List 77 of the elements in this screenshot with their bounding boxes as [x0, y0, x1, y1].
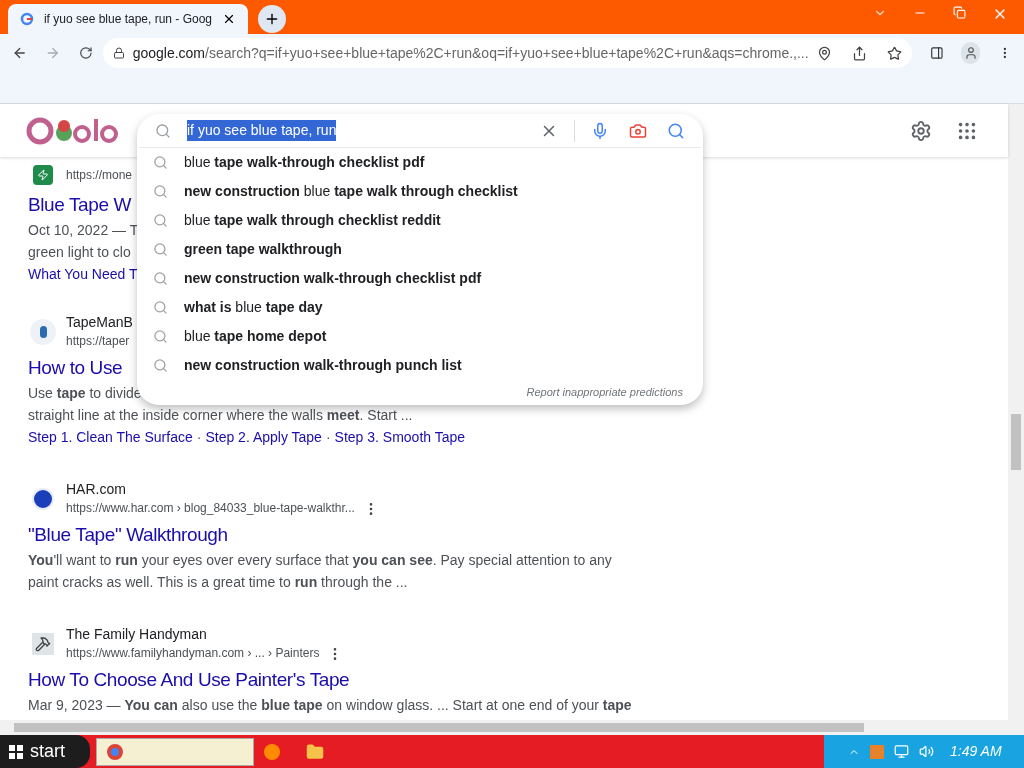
share-icon[interactable] — [851, 45, 867, 61]
suggestion-item[interactable]: blue tape home depot — [137, 322, 703, 351]
result-title[interactable]: "Blue Tape" Walkthrough — [28, 521, 228, 549]
site-name: HAR.com — [66, 480, 127, 499]
search-icon — [153, 329, 168, 344]
lock-icon[interactable] — [112, 47, 125, 59]
result-title[interactable]: How To Choose And Use Painter's Tape — [28, 666, 350, 694]
close-icon[interactable] — [222, 12, 236, 26]
search-icon — [155, 122, 171, 139]
search-field[interactable]: if yuo see blue tape, run — [139, 114, 701, 148]
location-icon[interactable] — [816, 45, 832, 61]
volume-icon[interactable] — [919, 744, 934, 759]
suggestion-item[interactable]: new construction walk-through checklist pdf — [137, 264, 703, 293]
sitelink[interactable]: Step 1. Clean The Surface — [28, 426, 193, 448]
favicon-icon — [20, 12, 34, 26]
result-snippet: Oct 10, 2022 — T — [28, 221, 139, 240]
result-snippet: green light to clo — [28, 243, 131, 262]
search-icon — [153, 242, 168, 257]
suggestion-item[interactable]: blue tape walk through checklist reddit — [137, 206, 703, 235]
search-icon — [153, 213, 168, 228]
sitelink[interactable]: What You Need T — [28, 263, 138, 285]
tape-icon — [30, 319, 56, 345]
result-snippet: paint cracks as well. This is a great time to run through the ... — [28, 573, 408, 592]
result-snippet: You'll want to run your eyes over every surface that you can see. Pay special attention to any — [28, 551, 612, 570]
search-icon — [153, 271, 168, 286]
search-icon — [153, 155, 168, 170]
result-snippet: Use tape to divide — [28, 384, 142, 403]
camera-icon[interactable] — [629, 121, 647, 140]
side-panel-icon[interactable] — [929, 45, 944, 61]
separator-dot: · — [324, 428, 332, 447]
horizontal-scrollbar[interactable] — [0, 720, 1008, 735]
bookmark-icon[interactable] — [886, 45, 902, 61]
start-button[interactable]: start — [0, 735, 90, 768]
suggestion-item[interactable]: what is blue tape day — [137, 293, 703, 322]
search-icon — [153, 184, 168, 199]
url-text: google.com/search?q=if+yuo+see+blue+tape%2C+run&oq=if+yuo+see+blue+tape%2C+run&aqs=chrome.,... — [132, 43, 809, 63]
site-name: The Family Handyman — [66, 625, 208, 644]
search-icon[interactable] — [667, 121, 685, 140]
result-url: https://taper — [66, 333, 130, 350]
search-icon — [153, 358, 168, 373]
result-url: https://www.har.com › blog_84033_blue-tape-walkthr... — [66, 500, 355, 517]
report-link[interactable]: Report inappropriate predictions — [526, 384, 683, 401]
search-query: if yuo see blue tape, run — [187, 120, 337, 141]
folder-icon[interactable] — [306, 742, 324, 761]
globe-icon — [32, 488, 54, 510]
result-snippet: Mar 9, 2023 — You can also use the blue tape on window glass. ... Start at one end of your tape — [28, 696, 632, 715]
result-url: https://www.familyhandyman.com › ... › Painters — [66, 645, 320, 662]
sitelink[interactable]: Step 3. Smooth Tape — [334, 426, 466, 448]
search-icon — [153, 300, 168, 315]
result-url: https://mone — [66, 166, 133, 184]
new-tab-button[interactable] — [258, 5, 286, 33]
restore-icon[interactable] — [953, 6, 966, 19]
result-snippet: straight line at the inside corner where the walls meet. Start ... — [28, 406, 413, 425]
tab-title: if yuo see blue tape, run - Goog — [43, 11, 213, 28]
bolt-icon — [33, 165, 53, 185]
result-title[interactable]: How to Use — [28, 354, 123, 382]
site-name: TapeManB — [66, 313, 133, 332]
settings-icon[interactable] — [910, 119, 932, 142]
suggestion-item[interactable]: new construction walk-through punch list — [137, 351, 703, 380]
suggestion-item[interactable]: blue tape walk-through checklist pdf — [137, 148, 703, 177]
result-title[interactable]: Blue Tape W — [28, 191, 131, 219]
vertical-scrollbar[interactable] — [1008, 104, 1024, 735]
reload-icon[interactable] — [78, 45, 93, 61]
separator-dot: · — [195, 428, 203, 447]
profile-icon[interactable] — [961, 42, 981, 64]
windows-icon — [8, 743, 24, 760]
taskbar-chrome-button[interactable] — [96, 737, 254, 766]
network-icon[interactable] — [894, 744, 909, 759]
plus-icon — [264, 11, 280, 27]
address-bar[interactable]: google.com/search?q=if+yuo+see+blue+tape%2C+run&oq=if+yuo+see+blue+tape%2C+run&aqs=chrome.,... — [102, 38, 912, 68]
start-label: start — [30, 740, 65, 763]
suggestion-item[interactable]: green tape walkthrough — [137, 235, 703, 264]
browser-tab[interactable]: if yuo see blue tape, run - Goog — [8, 4, 248, 34]
sitelink[interactable]: Step 2. Apply Tape — [205, 426, 322, 448]
microphone-icon[interactable] — [591, 121, 609, 140]
hammer-icon — [32, 633, 54, 655]
suggestion-item[interactable]: new construction blue tape walk through checklist — [137, 177, 703, 206]
